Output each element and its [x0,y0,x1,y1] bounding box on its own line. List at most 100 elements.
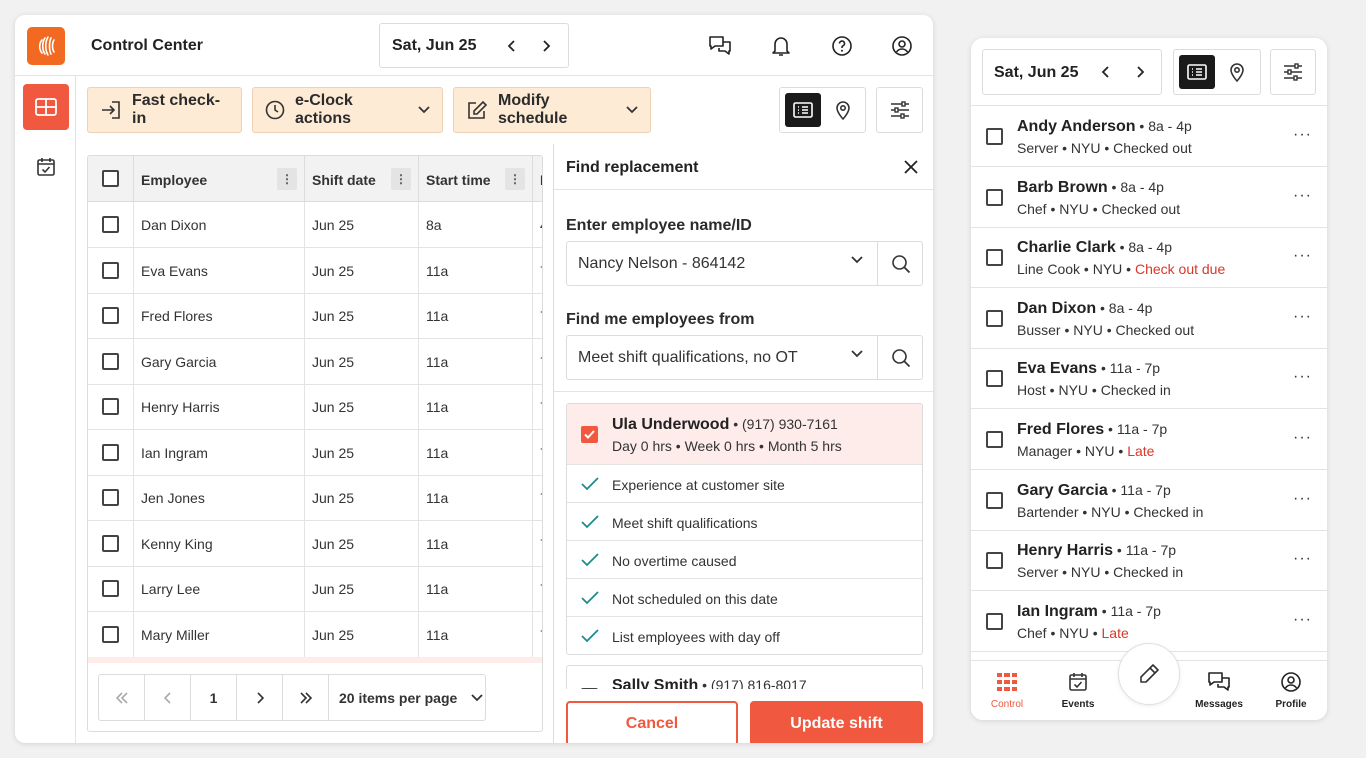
filter-button[interactable] [876,87,923,133]
app-logo[interactable] [27,27,65,65]
list-item[interactable]: Henry Harris • 11a - 7p Server • NYU • Ch… [971,530,1327,592]
more-options-icon[interactable]: ··· [1293,247,1312,265]
row-checkbox[interactable] [102,534,119,552]
list-item[interactable]: Barb Brown • 8a - 4p Chef • NYU • Checked… [971,167,1327,228]
row-checkbox[interactable] [102,216,119,233]
fast-checkin-button[interactable]: Fast check-in [87,87,242,133]
list-item[interactable]: Charlie Clark • 8a - 4p Line Cook • NYU •… [971,227,1327,289]
nav-events[interactable]: Events [1043,669,1113,717]
table-row[interactable]: Fred FloresJun 2511a7 [88,293,542,339]
candidate-card[interactable]: Ula Underwood • (917) 930-7161 Day 0 hrs… [566,403,923,655]
prev-day-icon[interactable] [503,37,521,55]
table-row[interactable]: Dan DixonJun 258a4 [88,202,542,248]
items-per-page-select[interactable]: 20 items per page [329,675,486,720]
row-checkbox[interactable] [102,580,119,597]
more-options-icon[interactable]: ··· [1293,368,1312,386]
row-checkbox[interactable] [986,249,1003,267]
row-checkbox[interactable] [102,352,119,370]
find-from-select[interactable]: Meet shift qualifications, no OT [567,336,878,379]
list-item[interactable]: Eva Evans • 11a - 7p Host • NYU • Checked… [971,348,1327,410]
table-row[interactable]: Jen JonesJun 2511a7 [88,475,542,521]
cell-start-time: 11a [419,475,533,520]
mobile-date-selector[interactable]: Sat, Jun 25 [982,49,1162,95]
table-row[interactable]: Mary MillerJun 2511a7 [88,611,542,658]
dashboard-nav-button[interactable] [23,84,69,130]
last-page-icon[interactable] [283,675,329,720]
more-options-icon[interactable]: ··· [1293,308,1312,326]
row-checkbox[interactable] [986,491,1003,509]
select-all-checkbox[interactable] [102,170,119,187]
row-checkbox[interactable] [986,370,1003,388]
row-checkbox[interactable] [102,625,119,643]
next-day-icon[interactable] [1131,63,1149,81]
mobile-filter-button[interactable] [1270,49,1316,95]
shift-time: • 11a - 7p [1107,481,1171,498]
list-item[interactable]: Gary Garcia • 11a - 7p Bartender • NYU • … [971,470,1327,531]
date-selector[interactable]: Sat, Jun 25 [379,23,569,68]
header-employee[interactable]: Employee ⋮ [134,156,305,202]
nav-control[interactable]: Control [972,669,1042,717]
more-options-icon[interactable]: ··· [1293,126,1312,144]
more-options-icon[interactable]: ··· [1293,429,1312,447]
more-options-icon[interactable]: ··· [1293,611,1312,629]
row-checkbox[interactable] [986,552,1003,570]
list-item[interactable]: Fred Flores • 11a - 7p Manager • NYU • La… [971,409,1327,470]
row-checkbox[interactable] [102,489,119,506]
row-checkbox[interactable] [986,188,1003,206]
search-icon[interactable] [878,242,923,285]
row-checkbox[interactable] [986,309,1003,327]
next-day-icon[interactable] [537,37,555,55]
column-menu-icon[interactable]: ⋮ [277,168,297,190]
row-checkbox[interactable] [102,261,119,279]
update-shift-button[interactable]: Update shift [750,701,923,743]
schedule-nav-button[interactable] [23,144,69,190]
eclock-actions-button[interactable]: e-Clock actions [252,87,443,133]
header-shift-date[interactable]: Shift date ⋮ [305,156,419,202]
modify-schedule-button[interactable]: Modify schedule [453,87,651,133]
next-page-icon[interactable] [237,675,283,720]
table-row[interactable]: Henry HarrisJun 2511a7 [88,384,542,430]
map-pin-icon[interactable] [825,93,861,127]
search-icon[interactable] [878,336,923,379]
row-checkbox[interactable] [102,443,119,461]
nav-messages[interactable]: Messages [1184,669,1254,717]
column-menu-icon[interactable]: ⋮ [391,168,411,190]
table-row[interactable]: Eva EvansJun 2511a7 [88,247,542,294]
row-checkbox[interactable] [986,612,1003,630]
row-checkbox[interactable] [986,431,1003,448]
chat-icon[interactable] [707,33,733,59]
account-icon[interactable] [889,33,915,59]
table-row[interactable]: Larry LeeJun 2511a7 [88,566,542,612]
first-page-icon[interactable] [99,675,145,720]
list-item[interactable]: Andy Anderson • 8a - 4p Server • NYU • Ch… [971,106,1327,167]
table-row[interactable]: Kenny KingJun 2511a7 [88,520,542,567]
employee-details: Manager • NYU • Late [1017,443,1155,459]
current-page[interactable]: 1 [191,675,237,720]
qualification-label: No overtime caused [612,553,737,569]
table-row[interactable]: Gary GarciaJun 2511a7 [88,338,542,385]
more-options-icon[interactable]: ··· [1293,187,1312,205]
table-row[interactable]: Ian IngramJun 2511a7 [88,429,542,476]
header-start-time[interactable]: Start time ⋮ [419,156,533,202]
employee-select[interactable]: Nancy Nelson - 864142 [567,242,878,285]
header-end-time[interactable]: E [533,156,542,202]
more-options-icon[interactable]: ··· [1293,490,1312,508]
prev-day-icon[interactable] [1097,63,1115,81]
column-menu-icon[interactable]: ⋮ [505,168,525,190]
close-icon[interactable] [902,158,920,176]
row-checkbox[interactable] [102,307,119,324]
cancel-button[interactable]: Cancel [566,701,738,743]
row-checkbox[interactable] [102,398,119,415]
edit-fab-button[interactable] [1118,643,1180,705]
row-checkbox[interactable] [986,128,1003,145]
list-view-icon[interactable] [1179,55,1215,89]
help-icon[interactable] [829,33,855,59]
bell-icon[interactable] [768,33,794,59]
list-view-icon[interactable] [785,93,821,127]
map-pin-icon[interactable] [1219,55,1255,89]
more-options-icon[interactable]: ··· [1293,550,1312,568]
list-item[interactable]: Dan Dixon • 8a - 4p Busser • NYU • Checke… [971,288,1327,349]
nav-profile[interactable]: Profile [1256,669,1326,717]
prev-page-icon[interactable] [145,675,191,720]
candidate-checkbox[interactable] [581,426,598,443]
